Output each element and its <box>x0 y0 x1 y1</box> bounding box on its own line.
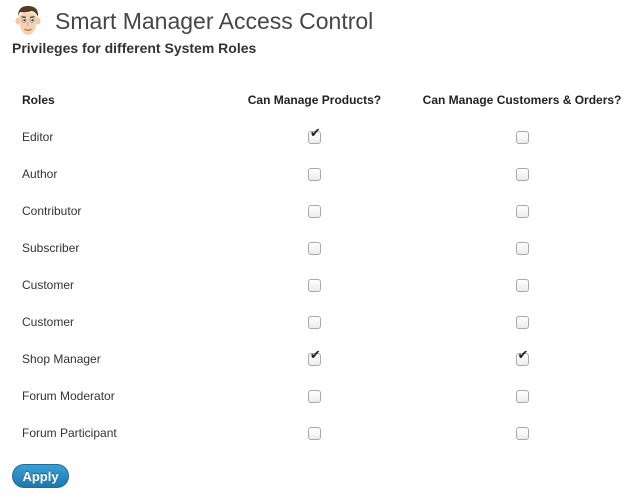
checkmark-icon: ✔ <box>517 347 529 363</box>
role-name: Forum Participant <box>22 425 117 440</box>
checkbox-products[interactable]: ✔ <box>307 389 321 403</box>
avatar-face-icon <box>12 4 44 38</box>
table-row: Customer ✔ ✔ <box>12 266 622 303</box>
table-row: Author ✔ ✔ <box>12 155 622 192</box>
table-row: Forum Moderator ✔ ✔ <box>12 377 622 414</box>
checkbox-customers[interactable]: ✔ <box>515 204 529 218</box>
checkbox-products[interactable]: ✔ <box>307 204 321 218</box>
cell-customers: ✔ <box>422 118 622 155</box>
cell-customers: ✔ <box>422 303 622 340</box>
cell-products: ✔ <box>207 303 422 340</box>
column-header-customers: Can Manage Customers & Orders? <box>422 93 622 107</box>
cell-products: ✔ <box>207 155 422 192</box>
role-name: Author <box>22 166 58 181</box>
cell-products: ✔ <box>207 266 422 303</box>
page-title: Smart Manager Access Control <box>55 8 374 34</box>
page-header: Smart Manager Access Control <box>12 4 373 38</box>
section-subtitle: Privileges for different System Roles <box>12 40 257 56</box>
table-row: Contributor ✔ ✔ <box>12 192 622 229</box>
checkbox-customers[interactable]: ✔ <box>515 130 529 144</box>
cell-customers: ✔ <box>422 155 622 192</box>
table-row: Subscriber ✔ ✔ <box>12 229 622 266</box>
checkbox-customers[interactable]: ✔ <box>515 241 529 255</box>
checkbox-products[interactable]: ✔ <box>307 167 321 181</box>
table-row: Editor ✔ ✔ <box>12 118 622 155</box>
checkbox-customers[interactable]: ✔ <box>515 426 529 440</box>
role-name: Subscriber <box>22 240 80 255</box>
checkbox-customers[interactable]: ✔ <box>515 349 529 366</box>
apply-button[interactable]: Apply <box>12 464 69 488</box>
cell-customers: ✔ <box>422 229 622 266</box>
role-name: Editor <box>22 129 54 144</box>
cell-products: ✔ <box>207 414 422 451</box>
cell-customers: ✔ <box>422 266 622 303</box>
checkmark-icon: ✔ <box>309 347 321 363</box>
checkbox-products[interactable]: ✔ <box>307 127 321 144</box>
table-row: Forum Participant ✔ ✔ <box>12 414 622 451</box>
column-header-roles: Roles <box>22 93 55 107</box>
checkbox-products[interactable]: ✔ <box>307 349 321 366</box>
privileges-table: Roles Can Manage Products? Can Manage Cu… <box>12 82 622 451</box>
cell-products: ✔ <box>207 192 422 229</box>
cell-customers: ✔ <box>422 192 622 229</box>
cell-products: ✔ <box>207 377 422 414</box>
checkbox-customers[interactable]: ✔ <box>515 389 529 403</box>
table-header-row: Roles Can Manage Products? Can Manage Cu… <box>12 82 622 118</box>
role-name: Contributor <box>22 203 82 218</box>
column-header-products: Can Manage Products? <box>247 93 382 107</box>
cell-products: ✔ <box>207 118 422 155</box>
checkbox-products[interactable]: ✔ <box>307 426 321 440</box>
table-row: Shop Manager ✔ ✔ <box>12 340 622 377</box>
checkbox-products[interactable]: ✔ <box>307 241 321 255</box>
checkbox-customers[interactable]: ✔ <box>515 167 529 181</box>
role-name: Customer <box>22 277 75 292</box>
table-row: Customer ✔ ✔ <box>12 303 622 340</box>
checkbox-customers[interactable]: ✔ <box>515 278 529 292</box>
cell-customers: ✔ <box>422 377 622 414</box>
role-name: Shop Manager <box>22 351 101 366</box>
checkbox-products[interactable]: ✔ <box>307 315 321 329</box>
checkbox-products[interactable]: ✔ <box>307 278 321 292</box>
role-name: Forum Moderator <box>22 388 115 403</box>
cell-customers: ✔ <box>422 414 622 451</box>
role-name: Customer <box>22 314 75 329</box>
cell-customers: ✔ <box>422 340 622 377</box>
cell-products: ✔ <box>207 340 422 377</box>
checkmark-icon: ✔ <box>309 125 321 141</box>
checkbox-customers[interactable]: ✔ <box>515 315 529 329</box>
cell-products: ✔ <box>207 229 422 266</box>
